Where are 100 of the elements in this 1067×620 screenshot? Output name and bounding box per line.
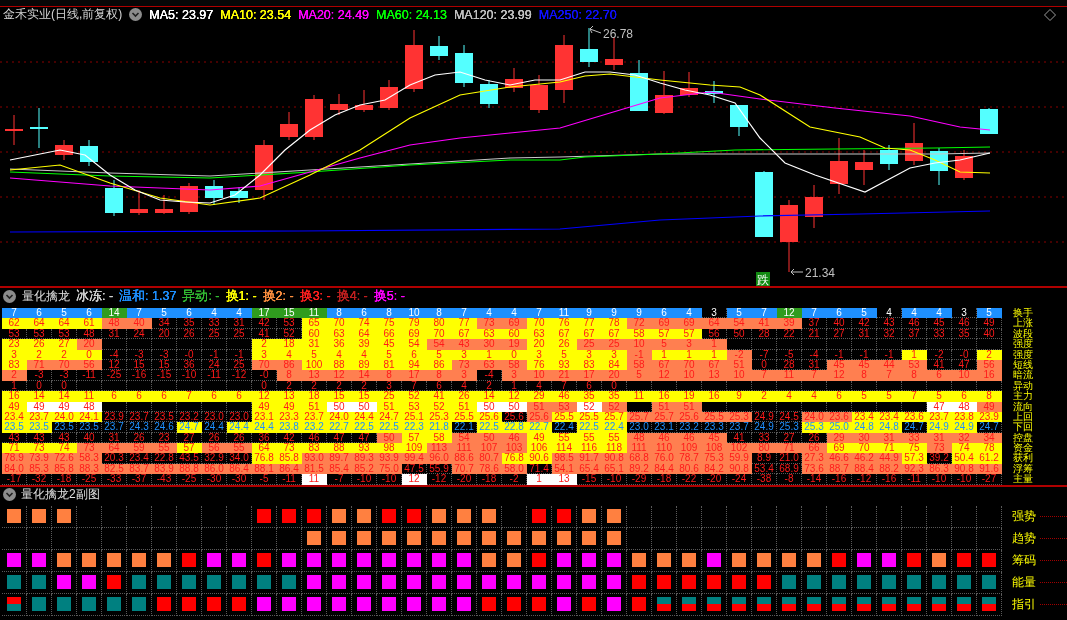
heatmap-cell: 72.6 (52, 453, 77, 464)
heatmap-cell: 41 (427, 391, 452, 402)
heatmap-cell: 69 (652, 318, 677, 329)
heatmap-cell: 5 (852, 391, 877, 402)
heatmap-cell: -15 (152, 370, 177, 381)
dropdown-icon[interactable] (129, 8, 143, 21)
heatmap-cell: -10 (602, 474, 627, 485)
heatmap-cell: 25 (227, 328, 252, 340)
heatmap-cell: 10 (952, 370, 977, 381)
heatmap-cell: 48 (952, 401, 977, 412)
heatmap-cell: 64 (27, 318, 52, 329)
indicator-value: 温和: 1.37 (119, 288, 177, 305)
heatmap-cell: 50 (477, 401, 502, 412)
row-label: 异动 (1013, 380, 1033, 391)
heatmap-cell: 34 (977, 432, 1002, 444)
indicator-value: 换1: - (225, 288, 257, 305)
heatmap-cell: 47 (927, 401, 952, 412)
heatmap-cell: 93.9 (377, 453, 402, 464)
heatmap-cell: -43 (152, 474, 177, 485)
heatmap-cell: 90.8 (602, 453, 627, 464)
heatmap-cell: 52 (427, 401, 452, 412)
heatmap-cell: 35 (177, 318, 202, 329)
heatmap-cell: 77 (577, 318, 602, 329)
heatmap-cell: 15 (352, 391, 377, 402)
heatmap-cell: 78.7 (677, 453, 702, 464)
heatmap-cell: 27 (827, 328, 852, 340)
heatmap-cell: -1 (877, 349, 902, 360)
heatmap-cell: 10 (677, 370, 702, 381)
heatmap-cell: 35 (952, 328, 977, 340)
heatmap-cell: 85.8 (277, 453, 302, 464)
indicator-title: 量化擒龙 (22, 288, 70, 305)
heatmap-cell: 80 (427, 318, 452, 329)
heatmap-cell: 76 (552, 318, 577, 329)
heatmap-cell: 2 (977, 349, 1002, 360)
heatmap-cell: 17 (577, 370, 602, 381)
heatmap-cell: 11 (627, 391, 652, 402)
row-label: 资金 (1013, 443, 1033, 454)
heatmap-cell: 26 (552, 339, 577, 350)
heatmap-cell: 2 (752, 391, 777, 402)
heatmap-cell: -10 (927, 474, 952, 485)
heatmap-cell: -1 (227, 349, 252, 360)
dropdown-icon[interactable] (3, 487, 16, 501)
heatmap-cell: 49 (977, 318, 1002, 329)
heatmap-cell: 43.5 (177, 453, 202, 464)
row-label: 流向 (1013, 401, 1033, 412)
panel-title: 量化擒龙2副图 (21, 485, 100, 503)
heatmap-cell: -11 (277, 474, 302, 485)
heatmap-cell: 93.0 (302, 453, 327, 464)
heatmap-cell: -16 (877, 474, 902, 485)
heatmap-cell: 76.0 (652, 453, 677, 464)
heatmap-cell: 9 (727, 391, 752, 402)
heatmap-cell: -3 (152, 349, 177, 360)
heatmap-cell: 22.1 (452, 422, 477, 433)
row-label: 筹码 (1012, 552, 1036, 570)
heatmap-cell: 48 (102, 318, 127, 329)
heatmap-cell: 6 (102, 391, 127, 402)
heatmap-cell: 89.3 (352, 453, 377, 464)
heatmap-cell: 49 (977, 401, 1002, 412)
heatmap-cell: 1 (527, 474, 552, 485)
heatmap-cell: 50 (727, 328, 752, 340)
heatmap-cell: 3 (602, 349, 627, 360)
heatmap-cell: 5 (652, 339, 677, 350)
heatmap-cell: 5 (552, 349, 577, 360)
heatmap-cell: 90.6 (527, 453, 552, 464)
row-label: 上回 (1013, 411, 1033, 423)
heatmap-cell: 49 (277, 401, 302, 412)
heatmap-cell: 23.9 (977, 411, 1002, 423)
heatmap-cell: -0 (177, 349, 202, 360)
heatmap-cell: 7 (802, 308, 827, 319)
moving-average-label: MA120: 23.99 (453, 7, 532, 22)
heatmap-cell: 10 (727, 370, 752, 381)
heatmap-cell: 34.0 (227, 453, 252, 464)
heatmap-cell: 8 (277, 370, 302, 381)
heatmap-cell: 26 (452, 391, 477, 402)
heatmap-cell: 21.0 (777, 453, 802, 464)
heatmap-cell: -3 (127, 349, 152, 360)
heatmap-cell: 34 (152, 318, 177, 329)
heatmap-cell: 12 (652, 370, 677, 381)
heatmap-cell: 57.3 (902, 453, 927, 464)
chart-title: 金禾实业(日线,前复权) (3, 6, 123, 23)
heatmap-cell: 76.8 (502, 453, 527, 464)
heatmap-cell: 52 (402, 391, 427, 402)
heatmap-cell: 31 (102, 328, 127, 340)
heatmap-cell: 12 (402, 474, 427, 485)
heatmap-cell: 23.2 (302, 422, 327, 433)
heatmap-cell: 73.9 (27, 453, 52, 464)
heatmap-cell: 76.8 (252, 453, 277, 464)
heatmap-cell: 3 (502, 370, 527, 381)
heatmap-cell: -10 (352, 474, 377, 485)
row-label: 换手 (1013, 308, 1033, 319)
heatmap-cell: 12 (327, 370, 352, 381)
dropdown-icon[interactable] (3, 290, 16, 303)
heatmap-cell: 70 (327, 318, 352, 329)
heatmap-cell: 11 (77, 391, 102, 402)
heatmap-cell: 22.7 (527, 422, 552, 433)
heatmap-cell: 24.7 (977, 422, 1002, 433)
heatmap-cell: 23.7 (727, 422, 752, 433)
heatmap-cell: 28 (752, 328, 777, 340)
heatmap-cell: 22.7 (327, 422, 352, 433)
indicator-value: 冰冻: - (76, 288, 114, 305)
